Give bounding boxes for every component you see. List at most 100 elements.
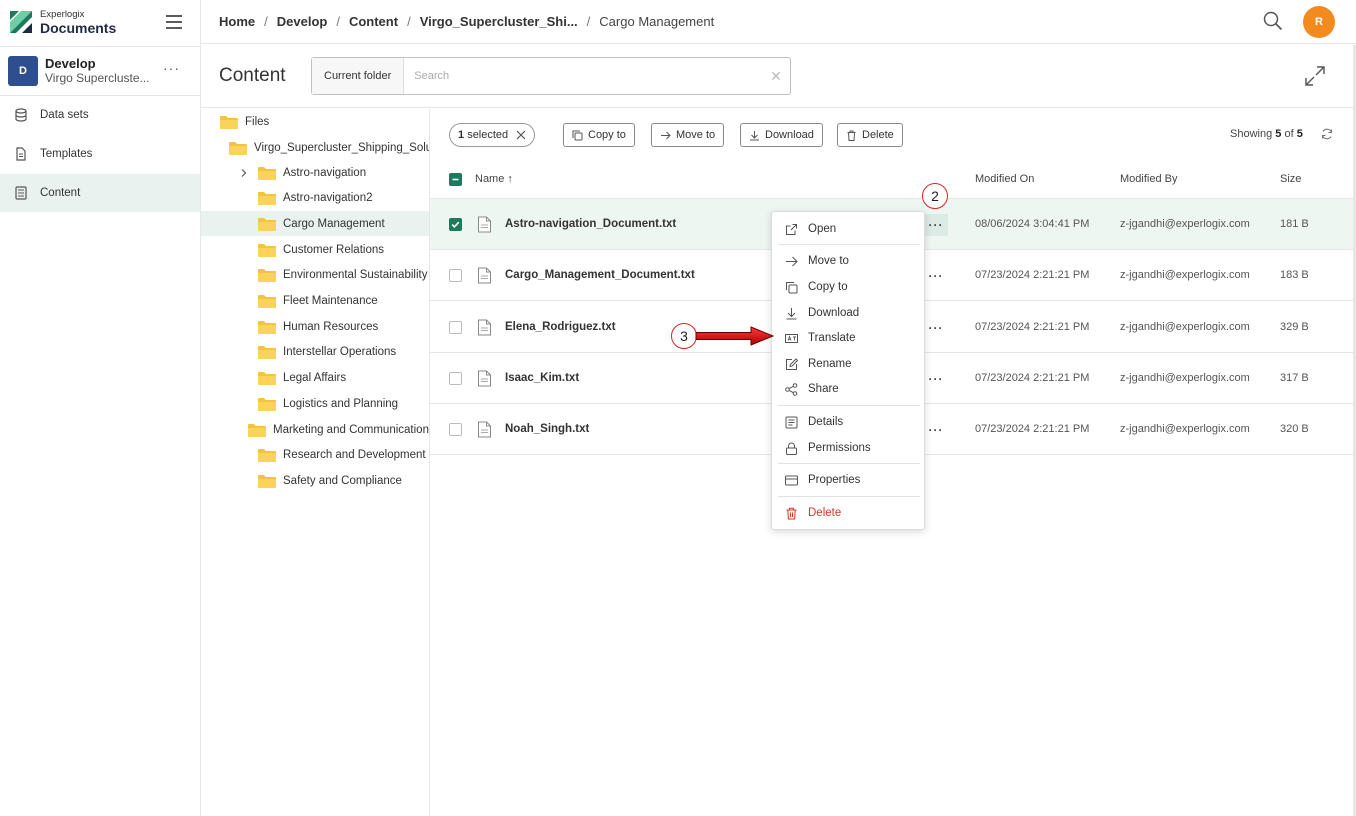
search-scope-select[interactable]: Current folder (312, 58, 405, 94)
menu-item-label: Translate (808, 332, 856, 344)
showing-count: Showing 5 of 5 (1230, 128, 1303, 140)
tree-item-folder[interactable]: Marketing and Communications (201, 417, 429, 442)
search-icon[interactable] (1263, 11, 1283, 31)
row-checkbox[interactable] (449, 423, 462, 437)
properties-icon (785, 475, 798, 485)
row-more-button[interactable]: ··· (924, 419, 948, 441)
tree-item-parent[interactable]: Virgo_Supercluster_Shipping_Solutions (201, 135, 429, 160)
sidebar-item-templates[interactable]: Templates (0, 135, 200, 173)
tree-item-folder[interactable]: Cargo Management (201, 211, 429, 237)
modified-by-cell: z-jgandhi@experlogix.com (1120, 320, 1250, 333)
copy-to-button[interactable]: Copy to (563, 123, 635, 147)
menu-item-copy-to[interactable]: Copy to (772, 275, 924, 299)
tree-item-folder[interactable]: Astro-navigation2 (201, 186, 429, 211)
tree-item-label: Environmental Sustainability (283, 269, 428, 282)
menu-item-properties[interactable]: Properties (772, 468, 924, 492)
tree-item-folder[interactable]: Research and Development (201, 443, 429, 468)
move-to-button[interactable]: Move to (651, 123, 725, 147)
edit-icon (786, 357, 798, 370)
tree-item-label: Customer Relations (283, 243, 384, 256)
row-checkbox[interactable] (449, 320, 462, 334)
row-checkbox[interactable] (449, 218, 462, 231)
column-header-name[interactable]: Name ↑ (475, 173, 513, 185)
select-all-checkbox[interactable] (449, 173, 462, 186)
row-checkbox[interactable] (449, 269, 462, 283)
menu-item-label: Rename (808, 358, 852, 370)
breadcrumb-home[interactable]: Home (219, 14, 255, 29)
tree-item-files[interactable]: Files (201, 109, 429, 134)
user-avatar[interactable]: R (1303, 6, 1335, 38)
file-name[interactable]: Cargo_Management_Document.txt (505, 269, 695, 281)
download-button[interactable]: Download (740, 123, 823, 147)
tree-item-folder[interactable]: Fleet Maintenance (201, 289, 429, 314)
external-link-icon (786, 223, 797, 235)
tree-item-folder[interactable]: Interstellar Operations (201, 340, 429, 365)
menu-item-label: Copy to (808, 281, 848, 293)
workspace-switcher[interactable]: D Develop Virgo Supercluste... ··· (0, 46, 200, 96)
page-title: Content (219, 65, 286, 86)
chevron-right-icon[interactable] (239, 168, 249, 178)
folder-icon (258, 320, 276, 334)
tree-item-folder[interactable]: Astro-navigation (201, 160, 429, 185)
tree-item-folder[interactable]: Customer Relations (201, 237, 429, 262)
logo[interactable]: Experlogix Documents (10, 10, 116, 35)
folder-icon (258, 243, 276, 257)
row-checkbox[interactable] (449, 371, 462, 385)
menu-toggle-icon[interactable] (164, 12, 184, 32)
expand-icon[interactable] (1303, 64, 1327, 88)
breadcrumb-content[interactable]: Content (349, 14, 398, 29)
tree-item-folder[interactable]: Environmental Sustainability (201, 263, 429, 288)
menu-item-download[interactable]: Download (772, 301, 924, 325)
breadcrumb-develop[interactable]: Develop (277, 14, 328, 29)
folder-icon (229, 141, 247, 155)
column-header-modified-by[interactable]: Modified By (1120, 173, 1177, 185)
modified-on-cell: 07/23/2024 2:21:21 PM (975, 269, 1090, 282)
file-name[interactable]: Astro-navigation_Document.txt (505, 218, 676, 230)
size-cell: 317 B (1280, 371, 1309, 384)
refresh-icon[interactable] (1321, 128, 1333, 140)
tree-item-folder[interactable]: Logistics and Planning (201, 391, 429, 416)
menu-item-delete[interactable]: Delete (772, 501, 924, 525)
menu-item-details[interactable]: Details (772, 410, 924, 434)
workspace-avatar: D (8, 56, 38, 86)
menu-item-rename[interactable]: Rename (772, 352, 924, 376)
menu-item-translate[interactable]: Translate (772, 326, 924, 350)
search-input[interactable] (404, 70, 762, 82)
sidebar-item-label: Data sets (40, 109, 89, 121)
file-icon (478, 216, 491, 233)
column-header-modified-on[interactable]: Modified On (975, 173, 1034, 185)
menu-item-permissions[interactable]: Permissions (772, 436, 924, 460)
row-more-button[interactable]: ··· (924, 368, 948, 390)
file-name[interactable]: Elena_Rodriguez.txt (505, 321, 616, 333)
breadcrumb-virgo[interactable]: Virgo_Supercluster_Shi... (420, 14, 578, 29)
row-more-button[interactable]: ··· (924, 265, 948, 287)
workspace-more-button[interactable]: ··· (163, 60, 180, 76)
file-name[interactable]: Noah_Singh.txt (505, 423, 589, 435)
file-name[interactable]: Isaac_Kim.txt (505, 372, 579, 384)
menu-item-move-to[interactable]: Move to (772, 249, 924, 273)
menu-item-open[interactable]: Open (772, 217, 924, 241)
folder-icon (258, 269, 276, 283)
tree-item-folder[interactable]: Legal Affairs (201, 366, 429, 391)
clear-icon[interactable]: ✕ (762, 58, 790, 94)
row-more-button[interactable]: ··· (924, 214, 948, 236)
size-cell: 320 B (1280, 423, 1309, 436)
sidebar-item-content[interactable]: Content (0, 174, 200, 212)
tree-item-label: Research and Development (283, 449, 426, 462)
content-header: Content Current folder ✕ (201, 45, 1356, 108)
menu-divider (778, 244, 920, 245)
row-more-button[interactable]: ··· (924, 317, 948, 339)
close-icon (516, 130, 526, 140)
delete-button[interactable]: Delete (837, 123, 903, 147)
clear-selection-button[interactable]: 1 selected (449, 123, 536, 147)
sidebar-item-data-sets[interactable]: Data sets (0, 96, 200, 134)
file-icon (478, 319, 491, 336)
breadcrumb-separator: / (264, 14, 268, 29)
menu-item-share[interactable]: Share (772, 377, 924, 401)
menu-divider (778, 405, 920, 406)
tree-item-folder[interactable]: Safety and Compliance (201, 468, 429, 493)
tree-item-folder[interactable]: Human Resources (201, 314, 429, 339)
column-header-size[interactable]: Size (1280, 173, 1301, 185)
breadcrumb: Home / Develop / Content / Virgo_Supercl… (219, 14, 714, 29)
menu-item-label: Share (808, 383, 839, 395)
